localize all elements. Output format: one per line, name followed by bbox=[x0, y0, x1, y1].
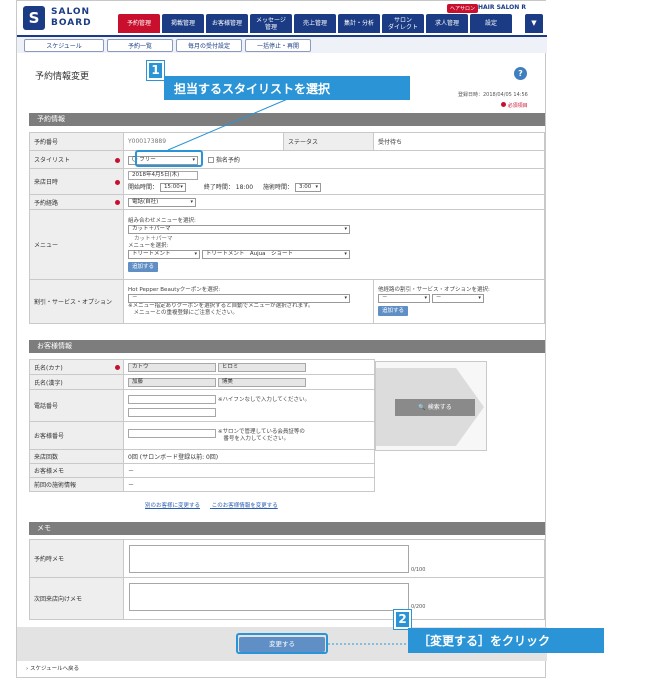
callout-1-number: 1 bbox=[147, 61, 164, 80]
callout-2-text: ［変更する］をクリック bbox=[408, 628, 604, 653]
submit-highlight bbox=[236, 633, 328, 654]
callout-2-number: 2 bbox=[394, 610, 411, 629]
callout-leader-lines bbox=[167, 97, 406, 645]
callout-1-text: 担当するスタイリストを選択 bbox=[164, 76, 410, 100]
